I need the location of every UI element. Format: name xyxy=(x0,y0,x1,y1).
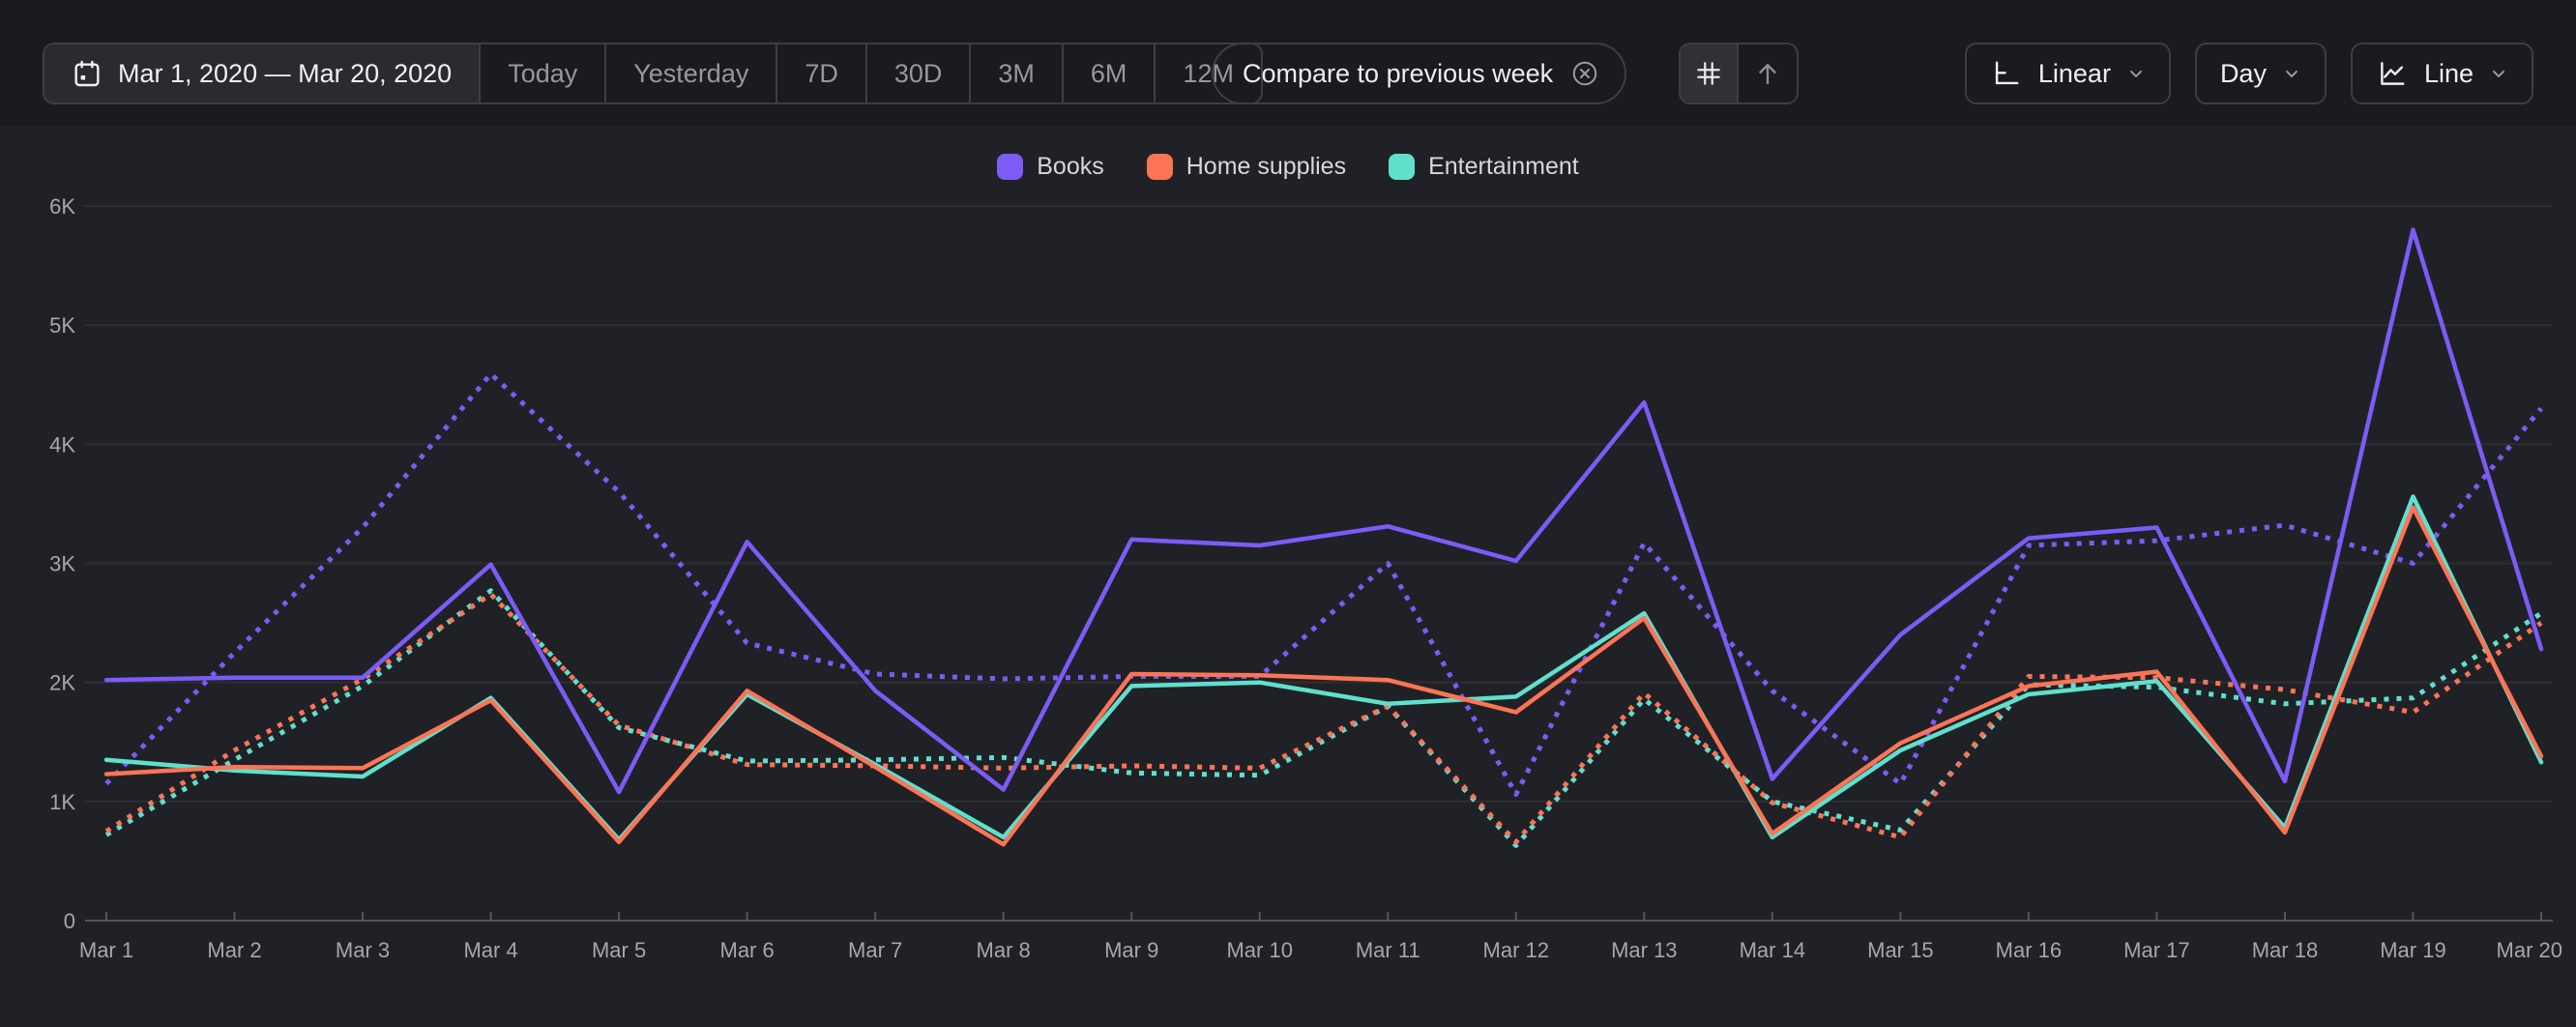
line-chart: 0 1K 2K 3K 4K 5K 6K Mar 1 Mar 2 Mar 3 Mar 4 Mar 5 Ma… xyxy=(0,126,2576,1027)
calendar-icon xyxy=(72,58,102,89)
x-axis-tick-label: Mar 18 xyxy=(2252,938,2318,962)
x-axis-tick-label: Mar 14 xyxy=(1740,938,1805,962)
x-axis-tick-label: Mar 4 xyxy=(463,938,517,962)
preset-button-label: Today xyxy=(508,59,577,89)
view-toggle-group xyxy=(1679,43,1799,104)
preset-button-30d[interactable]: 30D xyxy=(867,44,972,103)
date-preset-group: Mar 1, 2020 — Mar 20, 2020 Today Yesterda… xyxy=(43,43,1263,104)
chart-type-dropdown[interactable]: Line xyxy=(2351,43,2533,104)
preset-button-label: 6M xyxy=(1091,59,1127,89)
x-axis-tick-label: Mar 6 xyxy=(720,938,775,962)
preset-button-label: 7D xyxy=(805,59,838,89)
x-axis-tick-label: Mar 12 xyxy=(1483,938,1549,962)
preset-button-label: Yesterday xyxy=(633,59,748,89)
arrow-up-icon xyxy=(1753,59,1782,88)
line-chart-icon xyxy=(2376,57,2409,90)
preset-button-3m[interactable]: 3M xyxy=(971,44,1064,103)
x-axis-tick-label: Mar 7 xyxy=(848,938,902,962)
preset-button-label: 3M xyxy=(998,59,1035,89)
chart-type-dropdown-label: Line xyxy=(2424,59,2474,89)
chevron-down-icon xyxy=(2282,64,2301,83)
chevron-down-icon xyxy=(2126,64,2146,83)
x-axis-tick-label: Mar 15 xyxy=(1867,938,1933,962)
x-axis-tick-label: Mar 16 xyxy=(1996,938,2062,962)
series-line-home-supplies-previous-week xyxy=(106,595,2541,842)
series-line-home-supplies xyxy=(106,508,2541,845)
preset-button-7d[interactable]: 7D xyxy=(777,44,867,103)
series-line-entertainment-previous-week xyxy=(106,591,2541,846)
x-axis-tick-label: Mar 19 xyxy=(2380,938,2445,962)
y-axis-tick-label: 4K xyxy=(49,432,75,456)
date-range-button[interactable]: Mar 1, 2020 — Mar 20, 2020 xyxy=(44,44,481,103)
granularity-dropdown[interactable]: Day xyxy=(2195,43,2327,104)
preset-button-today[interactable]: Today xyxy=(481,44,606,103)
x-axis-tick-label: Mar 1 xyxy=(79,938,133,962)
preset-button-6m[interactable]: 6M xyxy=(1064,44,1156,103)
preset-button-yesterday[interactable]: Yesterday xyxy=(606,44,777,103)
date-range-label: Mar 1, 2020 — Mar 20, 2020 xyxy=(118,59,452,89)
grid-view-toggle[interactable] xyxy=(1681,44,1739,103)
x-axis-tick-label: Mar 20 xyxy=(2497,938,2562,962)
upload-toggle[interactable] xyxy=(1739,44,1797,103)
x-axis-tick-label: Mar 9 xyxy=(1104,938,1158,962)
y-axis-tick-label: 5K xyxy=(49,313,75,337)
x-axis-tick-label: Mar 8 xyxy=(977,938,1031,962)
x-axis-tick-label: Mar 3 xyxy=(336,938,390,962)
toolbar: Mar 1, 2020 — Mar 20, 2020 Today Yesterda… xyxy=(0,0,2576,126)
x-axis-tick-label: Mar 17 xyxy=(2123,938,2189,962)
y-axis-tick-label: 1K xyxy=(49,790,75,814)
remove-compare-icon[interactable] xyxy=(1570,59,1599,88)
scale-dropdown[interactable]: Linear xyxy=(1965,43,2171,104)
x-axis-tick-label: Mar 11 xyxy=(1356,938,1420,962)
chevron-down-icon xyxy=(2489,64,2508,83)
x-axis-tick-label: Mar 13 xyxy=(1611,938,1677,962)
series-line-entertainment xyxy=(106,497,2541,840)
y-axis-tick-label: 2K xyxy=(49,671,75,695)
y-axis-tick-label: 6K xyxy=(49,194,75,219)
x-axis-tick-label: Mar 10 xyxy=(1226,938,1292,962)
compare-chip[interactable]: Compare to previous week xyxy=(1212,43,1626,104)
scale-dropdown-label: Linear xyxy=(2038,59,2111,89)
granularity-dropdown-label: Day xyxy=(2220,59,2267,89)
linear-axis-icon xyxy=(1990,57,2023,90)
x-axis-tick-label: Mar 2 xyxy=(207,938,261,962)
chart-settings-cluster: Linear Day Line xyxy=(1965,43,2533,104)
compare-chip-label: Compare to previous week xyxy=(1243,59,1553,89)
y-axis-tick-label: 0 xyxy=(64,909,75,933)
chart-panel: BooksHome suppliesEntertainment 01K2K3K4… xyxy=(0,126,2576,1027)
grid-icon xyxy=(1694,59,1723,88)
preset-button-label: 30D xyxy=(894,59,943,89)
x-axis-tick-label: Mar 5 xyxy=(592,938,646,962)
y-axis-tick-label: 3K xyxy=(49,551,75,575)
